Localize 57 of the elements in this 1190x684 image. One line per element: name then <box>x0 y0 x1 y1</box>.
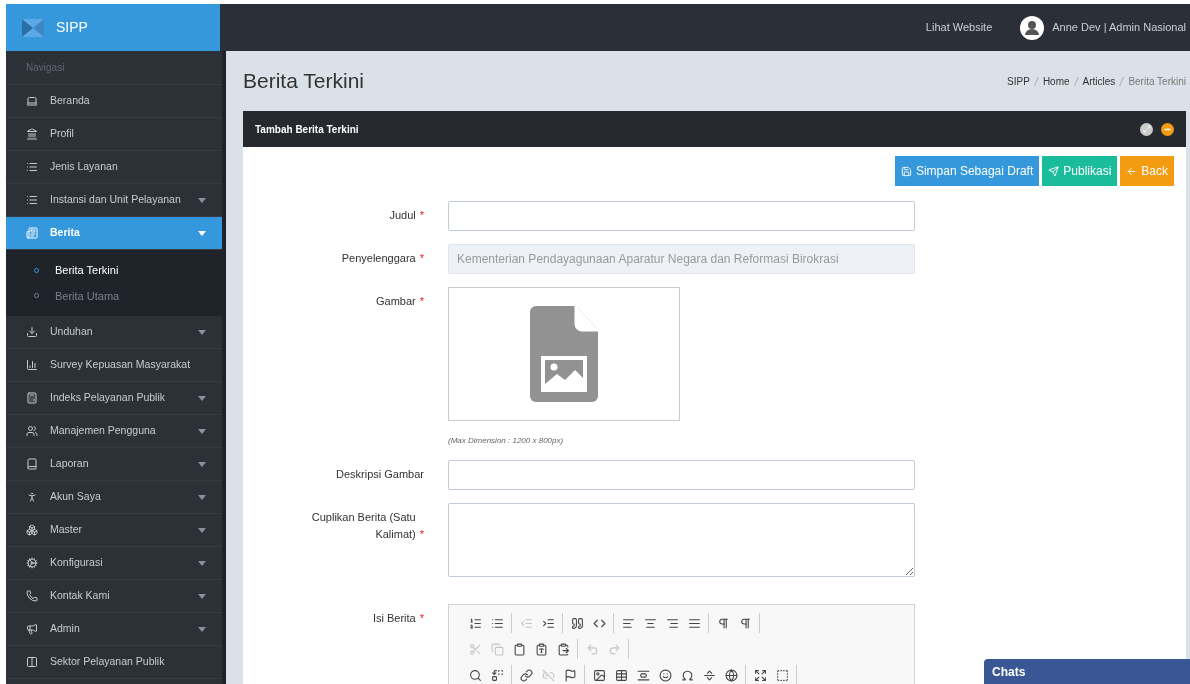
bar-chart-icon <box>26 359 38 371</box>
panel-title: Tambah Berita Terkini <box>255 122 359 137</box>
breadcrumb-link[interactable]: SIPP <box>1007 73 1030 89</box>
field-label: Judul <box>389 208 416 223</box>
slash-separator-icon <box>1119 76 1125 86</box>
website-link[interactable]: Lihat Website <box>925 19 993 36</box>
calculator-icon <box>26 392 38 404</box>
image-file-icon <box>530 306 598 402</box>
required-mark: * <box>419 208 424 223</box>
breadcrumb-link[interactable]: Articles <box>1082 73 1116 89</box>
help-text: (Max Dimension : 1200 x 800px) <box>448 435 565 447</box>
arrow-left-icon <box>1126 165 1138 177</box>
field-label: Gambar <box>375 294 416 309</box>
slash-separator-icon <box>1033 76 1039 86</box>
sidebar-item[interactable]: Master <box>6 514 222 547</box>
submenu-item[interactable]: Berita Terkini <box>6 262 222 279</box>
phone-icon <box>26 590 38 602</box>
save-icon <box>900 165 912 177</box>
book-icon <box>26 458 38 470</box>
list-icon <box>26 161 38 173</box>
sidebar-item[interactable]: Indeks Pelayanan Publik <box>6 382 222 415</box>
required-mark: * <box>419 251 424 266</box>
required-mark: * <box>419 294 424 309</box>
download-icon <box>26 326 38 338</box>
textarea-field[interactable] <box>448 503 915 577</box>
breadcrumb-link[interactable]: Home <box>1042 73 1070 89</box>
newspaper-icon <box>26 227 38 239</box>
slash-separator-icon <box>1073 76 1079 86</box>
field-label: Cuplikan Berita (Satu Kalimat) <box>310 510 416 542</box>
columns-icon <box>26 656 38 668</box>
breadcrumb-link[interactable]: Berita Terkini <box>1128 73 1186 89</box>
field-label: Penyelenggara <box>341 251 416 266</box>
laptop-icon <box>26 95 38 107</box>
text-field[interactable] <box>448 460 915 490</box>
gears-icon <box>26 557 38 569</box>
page-title: Berita Terkini <box>243 68 364 95</box>
required-mark: * <box>419 526 424 542</box>
field-label: Deskripsi Gambar <box>335 467 424 482</box>
expand-icon[interactable] <box>1140 122 1153 136</box>
sidebar-item[interactable]: Laporan <box>6 448 222 481</box>
required-mark: * <box>419 611 424 626</box>
collapse-icon[interactable] <box>1161 122 1174 136</box>
megaphone-icon <box>26 623 38 635</box>
text-field[interactable] <box>448 201 915 231</box>
boxes-icon <box>26 524 38 536</box>
logo-icon <box>22 18 44 37</box>
person-icon <box>26 491 38 503</box>
user-menu[interactable]: Anne Dev | Admin Nasional <box>1052 19 1186 36</box>
chat-tab[interactable]: Chats <box>984 659 1190 684</box>
image-upload-box[interactable] <box>448 287 680 421</box>
field-label: Isi Berita <box>372 611 416 626</box>
list-icon <box>26 194 38 206</box>
paper-plane-icon <box>1048 165 1060 177</box>
building-icon <box>26 128 38 140</box>
avatar-icon[interactable] <box>1020 15 1045 40</box>
users-icon <box>26 425 38 437</box>
submenu-item[interactable]: Berita Utama <box>6 287 222 304</box>
